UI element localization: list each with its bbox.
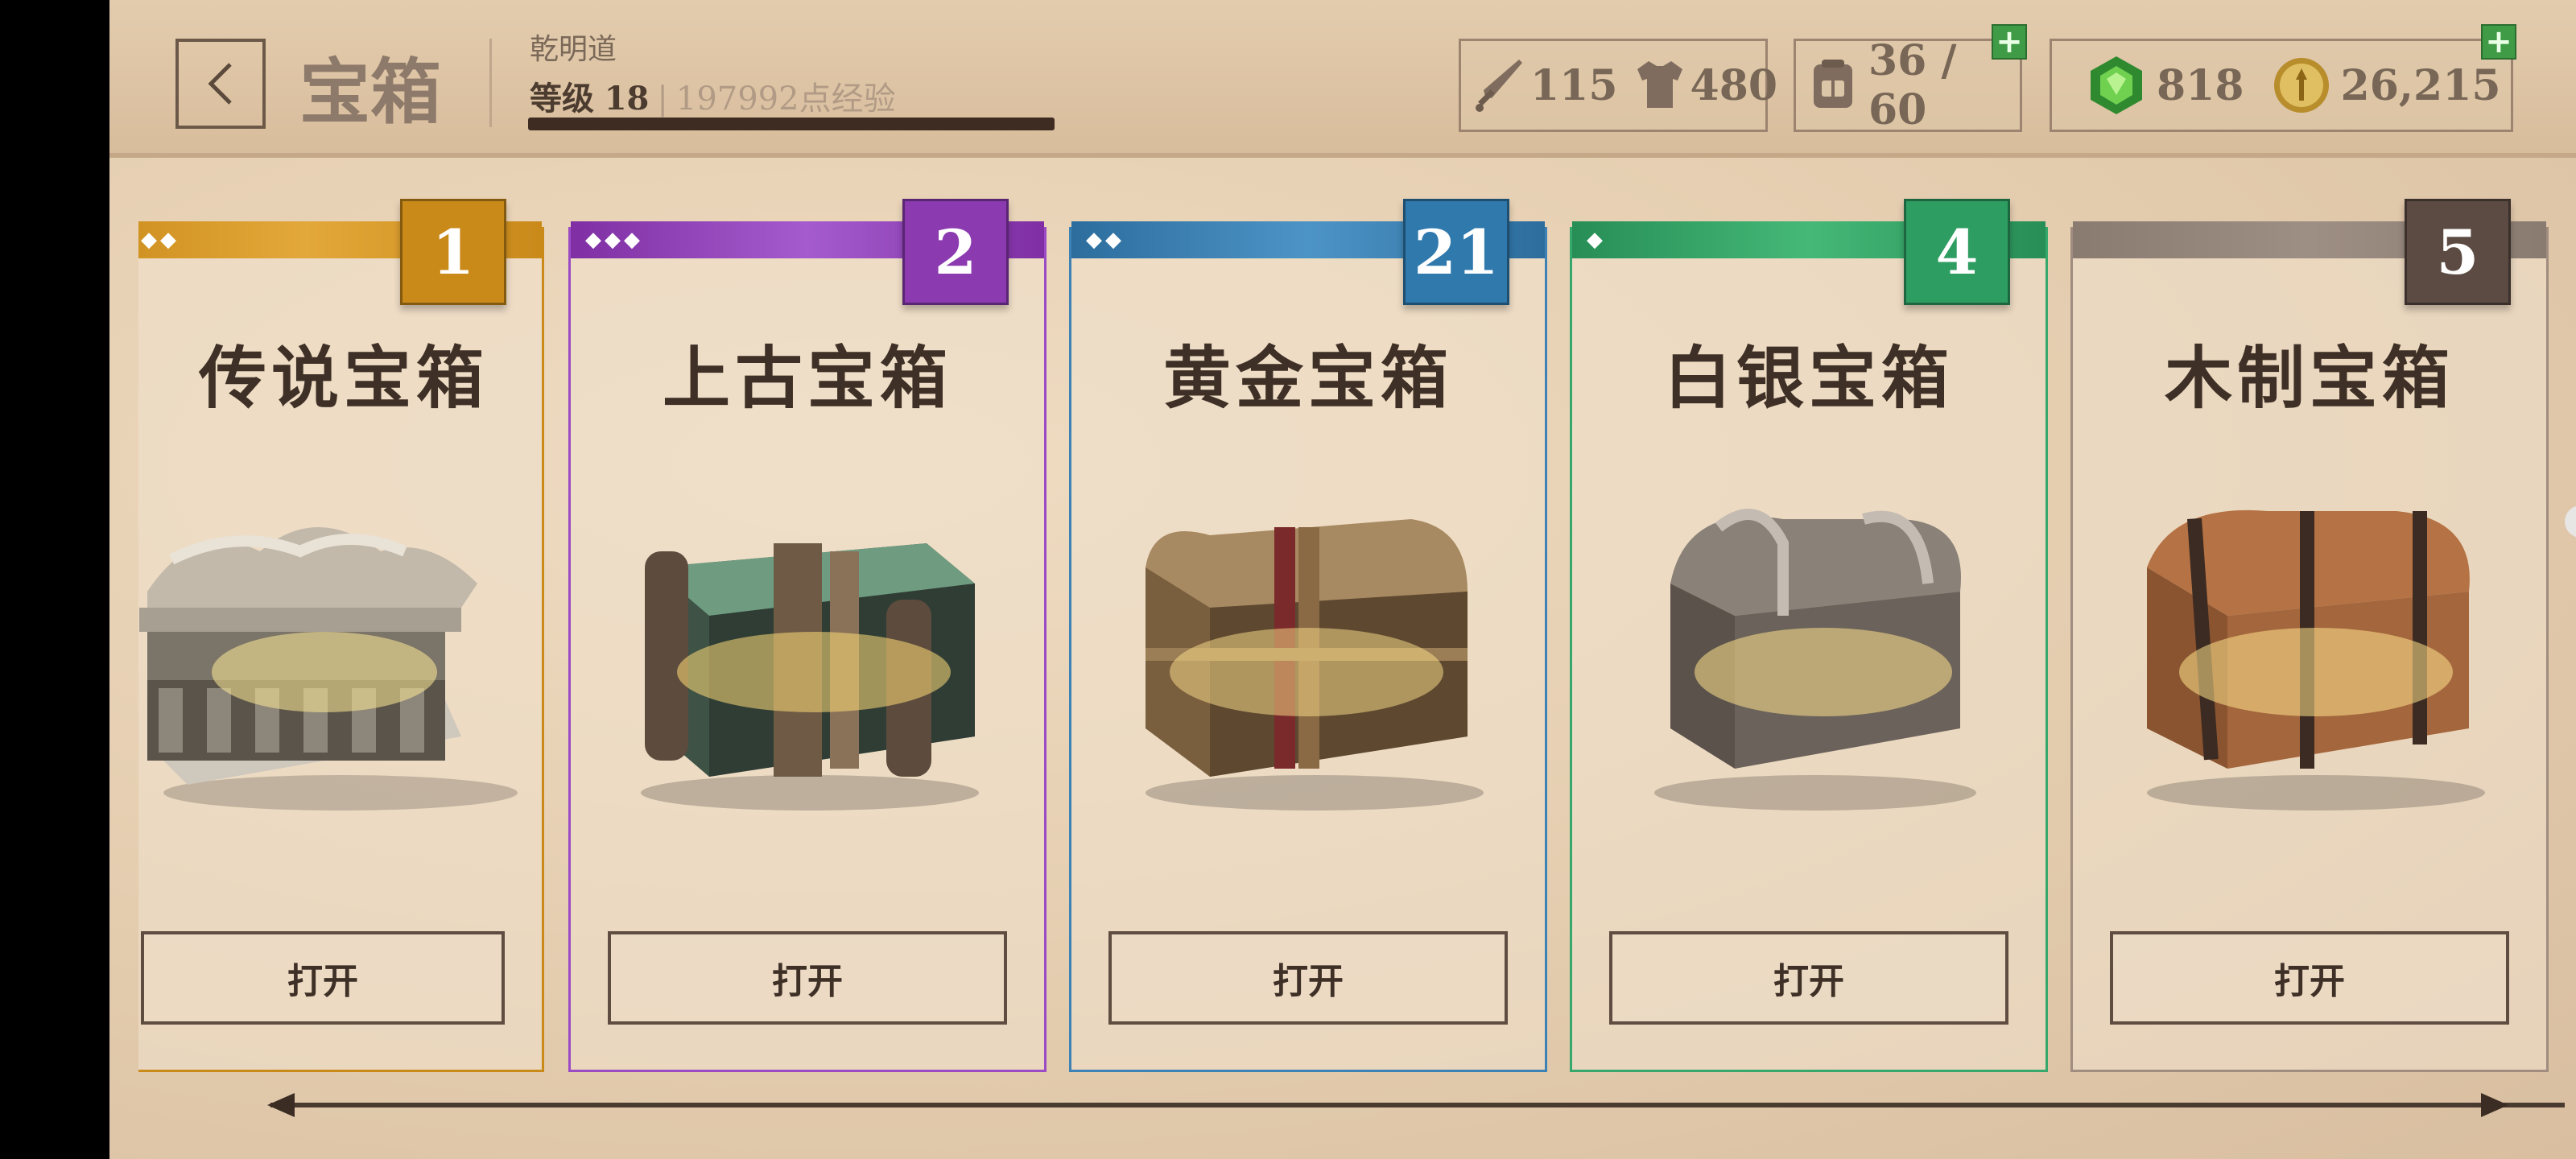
inventory-plus-button[interactable]: + bbox=[1992, 24, 2027, 60]
armor-value: 480 bbox=[1690, 60, 1778, 110]
player-name: 乾明道 bbox=[530, 33, 617, 66]
level-info: 等级 18 | 197992点经验 bbox=[530, 72, 896, 119]
chevron-left-icon bbox=[208, 63, 232, 105]
gold-chest-image bbox=[1146, 519, 1484, 810]
inventory-stat[interactable]: 36 / 60 bbox=[1794, 36, 2022, 134]
gem-icon bbox=[2086, 55, 2147, 116]
chest-card-ancient[interactable]: ◆◆◆ 2 上古宝箱 打开 bbox=[568, 199, 1046, 1072]
chest-screen: 宝箱 乾明道 等级 18 | 197992点经验 115 480 36 / 60 + bbox=[109, 0, 2576, 1159]
xp-progress-bar bbox=[528, 118, 1055, 130]
open-button[interactable]: 打开 bbox=[2110, 931, 2509, 1025]
currency-stats: 818 26,215 bbox=[2050, 39, 2513, 132]
open-button[interactable]: 打开 bbox=[141, 931, 505, 1025]
left-black-bar bbox=[0, 0, 109, 1159]
chest-count-badge: 2 bbox=[902, 199, 1009, 305]
level-label: 等级 bbox=[530, 80, 594, 118]
header-divider bbox=[489, 39, 492, 127]
xp-text: 197992点经验 bbox=[675, 80, 896, 118]
chest-card-silver[interactable]: ◆ 4 白银宝箱 打开 bbox=[1570, 199, 2048, 1072]
back-button[interactable] bbox=[175, 39, 266, 129]
page-title: 宝箱 bbox=[299, 51, 442, 134]
chest-name: 白银宝箱 bbox=[1663, 339, 1954, 418]
edge-handle[interactable] bbox=[2565, 505, 2576, 538]
open-button[interactable]: 打开 bbox=[608, 931, 1007, 1025]
chest-count-badge: 1 bbox=[400, 199, 506, 305]
chest-count-badge: 5 bbox=[2405, 199, 2511, 305]
rarity-diamonds: ◆ bbox=[1587, 228, 1606, 252]
scroll-left-arrow-icon bbox=[267, 1093, 295, 1117]
chest-name: 上古宝箱 bbox=[662, 339, 952, 418]
chest-carousel[interactable]: ◆◆ 1 传说宝箱 打开 ◆◆◆ 2 上古宝箱 打开 ◆◆ 21 黄金宝箱 打开… bbox=[138, 153, 2553, 1087]
scroll-right-arrow-icon bbox=[2481, 1093, 2508, 1117]
legendary-chest-image bbox=[139, 527, 518, 810]
gold-coin-icon bbox=[2272, 56, 2331, 115]
carousel-scrollbar[interactable] bbox=[270, 1103, 2565, 1107]
chest-count-badge: 4 bbox=[1904, 199, 2010, 305]
chest-card-legendary[interactable]: ◆◆ 1 传说宝箱 打开 bbox=[138, 199, 544, 1072]
armor-icon bbox=[1634, 56, 1686, 114]
open-button[interactable]: 打开 bbox=[1108, 931, 1508, 1025]
silver-chest-image bbox=[1654, 509, 1976, 810]
open-button[interactable]: 打开 bbox=[1609, 931, 2008, 1025]
chest-name: 木制宝箱 bbox=[2164, 339, 2454, 418]
combat-stats: 115 480 bbox=[1459, 39, 1777, 132]
level-separator: | bbox=[657, 80, 668, 118]
sword-icon bbox=[1474, 56, 1525, 114]
ancient-chest-image bbox=[641, 543, 979, 810]
chest-count-badge: 21 bbox=[1403, 199, 1509, 305]
chest-name: 黄金宝箱 bbox=[1162, 339, 1453, 418]
rarity-diamonds: ◆◆◆ bbox=[585, 228, 643, 252]
wooden-chest-image bbox=[2147, 509, 2485, 810]
rarity-diamonds: ◆◆ bbox=[1086, 228, 1125, 252]
level-value: 18 bbox=[604, 80, 650, 118]
backpack-icon bbox=[1807, 56, 1859, 114]
attack-value: 115 bbox=[1530, 60, 1618, 110]
chest-name: 传说宝箱 bbox=[198, 339, 489, 418]
gem-value: 818 bbox=[2157, 60, 2244, 110]
currency-plus-button[interactable]: + bbox=[2481, 24, 2516, 60]
chest-card-gold[interactable]: ◆◆ 21 黄金宝箱 打开 bbox=[1069, 199, 1547, 1072]
rarity-diamonds: ◆◆ bbox=[141, 228, 180, 252]
chest-card-wooden[interactable]: 5 木制宝箱 打开 bbox=[2070, 199, 2549, 1072]
top-bar: 宝箱 乾明道 等级 18 | 197992点经验 115 480 36 / 60 + bbox=[109, 0, 2576, 158]
gold-value: 26,215 bbox=[2340, 60, 2501, 110]
